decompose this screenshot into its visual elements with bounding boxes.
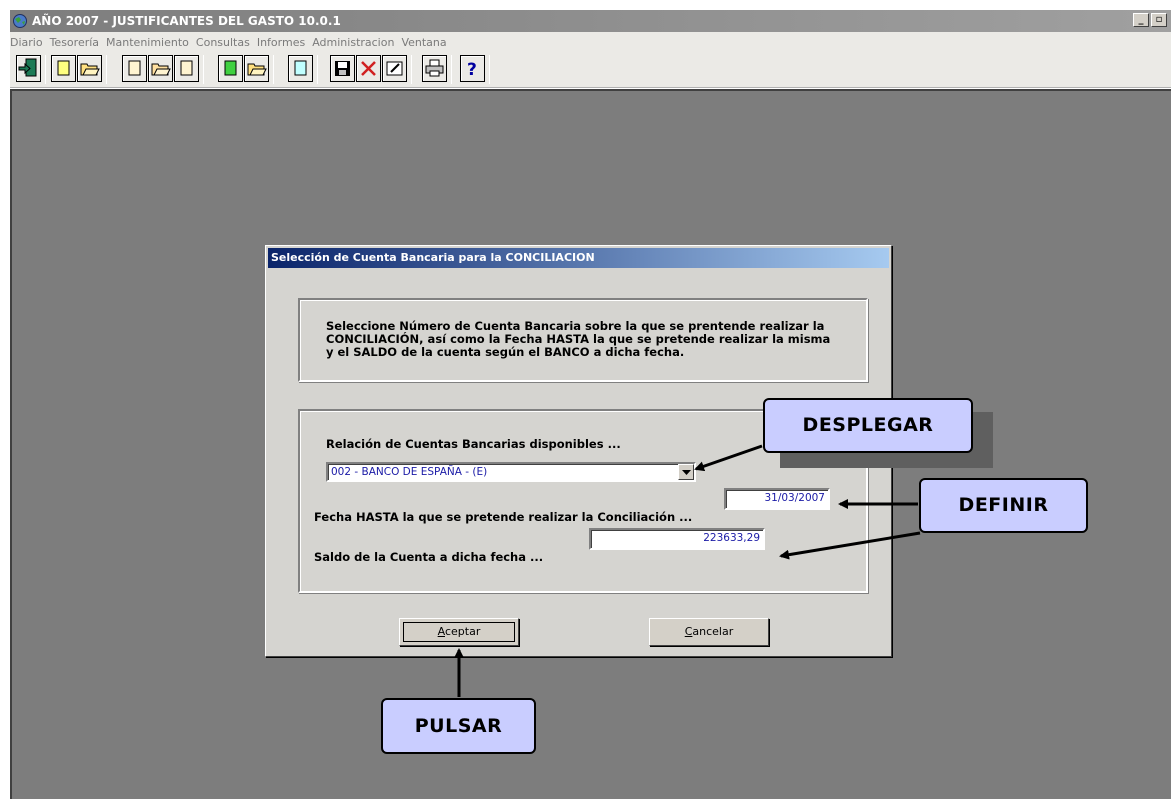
- application-window: AÑO 2007 - JUSTIFICANTES DEL GASTO 10.0.…: [0, 0, 1171, 799]
- arrow-to-balance-field: [779, 531, 921, 560]
- arrow-to-dropdown: [694, 444, 763, 472]
- annotation-arrows: [454, 444, 921, 697]
